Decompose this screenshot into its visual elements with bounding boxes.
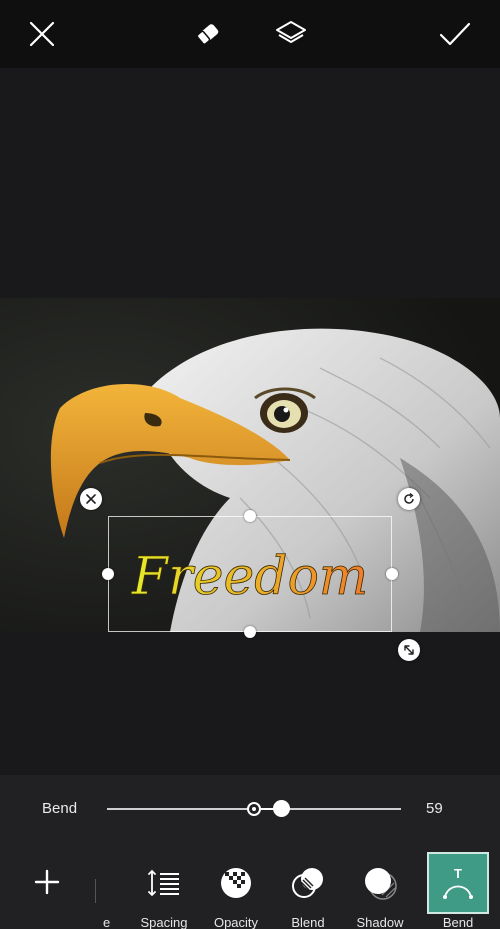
- tool-bend[interactable]: T Bend: [426, 851, 498, 929]
- blend-icon: [290, 865, 326, 901]
- tool-spacing[interactable]: Spacing: [128, 851, 200, 929]
- resize-handle-left[interactable]: [102, 568, 114, 580]
- resize-handle-right[interactable]: [386, 568, 398, 580]
- tool-label: Blend: [291, 915, 325, 929]
- slider-thumb[interactable]: [273, 800, 290, 817]
- check-icon: [439, 22, 471, 46]
- eraser-icon: [196, 24, 219, 45]
- tool-label: Opacity: [213, 915, 259, 929]
- bottom-panel: Bend 59 e Spacing Opacity Blend Shadow T…: [0, 775, 500, 929]
- tool-label: Shadow: [356, 915, 404, 929]
- layers-icon: [276, 21, 306, 43]
- close-icon: [86, 494, 96, 504]
- tool-blend[interactable]: Blend: [272, 851, 344, 929]
- rotate-layer-button[interactable]: [398, 488, 420, 510]
- editor-canvas[interactable]: Freedom: [0, 68, 500, 775]
- tool-opacity[interactable]: Opacity: [200, 851, 272, 929]
- rotate-icon: [404, 493, 414, 504]
- eraser-button[interactable]: [188, 14, 228, 54]
- delete-layer-button[interactable]: [80, 488, 102, 510]
- scale-layer-button[interactable]: [398, 639, 420, 661]
- slider-label: Bend: [42, 800, 78, 817]
- plus-icon: [34, 869, 60, 895]
- top-toolbar: [0, 0, 500, 68]
- layers-button[interactable]: [271, 14, 311, 54]
- resize-handle-bottom[interactable]: [244, 626, 256, 638]
- scale-icon: [404, 645, 414, 655]
- bend-slider-row: Bend 59: [0, 775, 500, 843]
- apply-button[interactable]: [435, 14, 475, 54]
- tool-label: Spacing: [140, 915, 188, 929]
- tool-label: Bend: [442, 915, 474, 929]
- divider: [95, 879, 96, 903]
- spacing-icon: [146, 865, 182, 901]
- bend-icon: T: [440, 865, 476, 901]
- tool-label-partial: e: [103, 915, 111, 929]
- resize-handle-top[interactable]: [244, 510, 256, 522]
- slider-value: 59: [426, 800, 443, 817]
- close-button[interactable]: [22, 14, 62, 54]
- close-icon: [29, 21, 55, 47]
- slider-center-marker: [247, 802, 261, 816]
- tool-shadow[interactable]: Shadow: [344, 851, 416, 929]
- opacity-icon: [218, 865, 254, 901]
- tool-strip: e Spacing Opacity Blend Shadow T Bend: [0, 851, 500, 929]
- text-bounding-box[interactable]: [108, 516, 392, 632]
- add-button[interactable]: [30, 865, 64, 899]
- shadow-icon: [362, 865, 398, 901]
- svg-text:T: T: [454, 866, 462, 881]
